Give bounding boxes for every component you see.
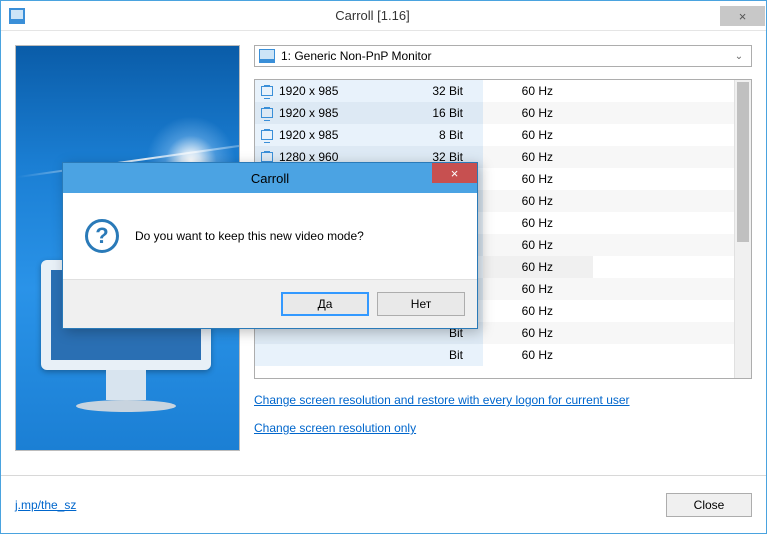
app-icon <box>9 8 25 24</box>
refresh-rate-cell: 60 Hz <box>483 212 593 234</box>
refresh-rate-cell: 60 Hz <box>483 278 593 300</box>
bit-depth-cell: 16 Bit <box>383 102 483 124</box>
dialog-footer: Да Нет <box>63 279 477 328</box>
resolution-text: 1920 x 985 <box>279 106 338 120</box>
link-area: Change screen resolution and restore wit… <box>254 393 752 449</box>
scrollbar-thumb[interactable] <box>737 82 749 242</box>
footer-link[interactable]: j.mp/the_sz <box>15 498 76 512</box>
resolution-cell: 1920 x 985 <box>255 80 383 102</box>
chevron-down-icon: ⌄ <box>731 51 747 62</box>
window-title: Carroll [1.16] <box>25 8 720 23</box>
resolution-row[interactable]: 1920 x 985 8 Bit60 Hz <box>255 124 734 146</box>
bit-depth-cell: 8 Bit <box>383 124 483 146</box>
confirm-dialog: Carroll × ? Do you want to keep this new… <box>62 162 478 329</box>
resolution-row[interactable]: Bit60 Hz <box>255 344 734 366</box>
dialog-message: Do you want to keep this new video mode? <box>135 229 364 243</box>
dialog-titlebar: Carroll × <box>63 163 477 193</box>
refresh-rate-cell: 60 Hz <box>483 344 593 366</box>
refresh-rate-cell: 60 Hz <box>483 146 593 168</box>
link-change-only[interactable]: Change screen resolution only <box>254 421 416 435</box>
resolution-row[interactable]: 1920 x 985 16 Bit60 Hz <box>255 102 734 124</box>
refresh-rate-cell: 60 Hz <box>483 322 593 344</box>
refresh-rate-cell: 60 Hz <box>483 102 593 124</box>
footer: j.mp/the_sz Close <box>1 475 766 533</box>
monitor-base <box>76 400 176 412</box>
refresh-rate-cell: 60 Hz <box>483 168 593 190</box>
question-icon: ? <box>85 219 119 253</box>
resolution-cell: 1920 x 985 <box>255 102 383 124</box>
resolution-icon <box>261 86 273 96</box>
refresh-rate-cell: 60 Hz <box>483 190 593 212</box>
link-change-and-restore[interactable]: Change screen resolution and restore wit… <box>254 393 630 407</box>
yes-button[interactable]: Да <box>281 292 369 316</box>
resolution-row[interactable]: 1920 x 985 32 Bit60 Hz <box>255 80 734 102</box>
refresh-rate-cell: 60 Hz <box>483 234 593 256</box>
monitor-dropdown-text: 1: Generic Non-PnP Monitor <box>281 49 731 63</box>
monitor-icon <box>259 49 275 63</box>
refresh-rate-cell: 60 Hz <box>483 256 593 278</box>
resolution-icon <box>261 152 273 162</box>
resolution-text: 1920 x 985 <box>279 128 338 142</box>
resolution-cell: 1920 x 985 <box>255 124 383 146</box>
main-titlebar: Carroll [1.16] × <box>1 1 766 31</box>
refresh-rate-cell: 60 Hz <box>483 124 593 146</box>
close-button[interactable]: Close <box>666 493 752 517</box>
bit-depth-cell: 32 Bit <box>383 80 483 102</box>
resolution-text: 1920 x 985 <box>279 84 338 98</box>
bit-depth-cell: Bit <box>383 344 483 366</box>
refresh-rate-cell: 60 Hz <box>483 80 593 102</box>
window-close-button[interactable]: × <box>720 6 765 26</box>
resolution-icon <box>261 108 273 118</box>
dialog-title: Carroll <box>63 171 477 186</box>
refresh-rate-cell: 60 Hz <box>483 300 593 322</box>
monitor-stand <box>106 370 146 400</box>
monitor-dropdown[interactable]: 1: Generic Non-PnP Monitor ⌄ <box>254 45 752 67</box>
resolution-cell <box>255 344 383 366</box>
resolution-icon <box>261 130 273 140</box>
scrollbar[interactable] <box>734 80 751 378</box>
dialog-close-button[interactable]: × <box>432 163 477 183</box>
dialog-body: ? Do you want to keep this new video mod… <box>63 193 477 279</box>
no-button[interactable]: Нет <box>377 292 465 316</box>
